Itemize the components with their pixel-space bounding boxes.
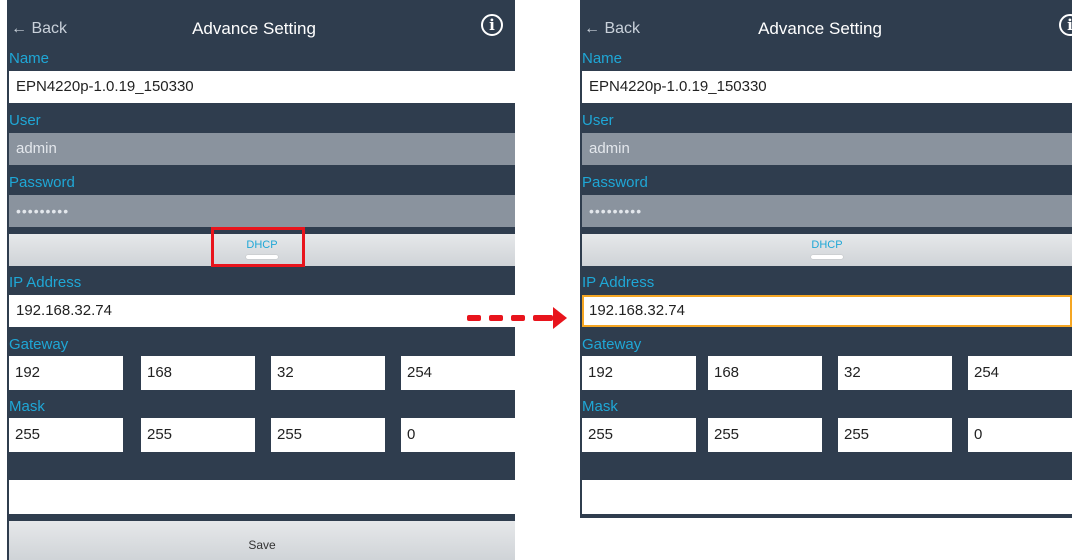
ip-address-label: IP Address [582, 274, 655, 291]
gateway-octet-4[interactable]: 254 [401, 356, 515, 390]
gateway-octet-1[interactable]: 192 [582, 356, 696, 390]
before-screen: ← Back Advance Setting i Name EPN4220p-1… [7, 0, 515, 560]
ip-address-label: IP Address [9, 274, 82, 291]
mask-label: Mask [9, 398, 45, 415]
user-label: User [582, 112, 614, 129]
password-label: Password [9, 174, 75, 191]
ip-address-field[interactable]: 192.168.32.74 [9, 295, 515, 327]
extra-field[interactable] [9, 480, 515, 514]
password-field: ••••••••• [9, 195, 515, 227]
gateway-octet-1[interactable]: 192 [9, 356, 123, 390]
user-field: admin [582, 133, 1072, 165]
header: ← Back Advance Setting i [580, 0, 1072, 60]
gateway-octet-3[interactable]: 32 [271, 356, 385, 390]
save-button[interactable]: Save [9, 521, 515, 560]
extra-field[interactable] [582, 480, 1072, 514]
page-title: Advance Setting [192, 19, 316, 38]
name-label: Name [9, 50, 50, 67]
gateway-octet-2[interactable]: 168 [708, 356, 822, 390]
name-field[interactable]: EPN4220p-1.0.19_150330 [582, 71, 1072, 103]
ip-address-field[interactable]: 192.168.32.74 [582, 295, 1072, 327]
dhcp-toggle-switch[interactable] [811, 255, 843, 259]
password-label: Password [582, 174, 648, 191]
mask-octet-2[interactable]: 255 [708, 418, 822, 452]
mask-label: Mask [582, 398, 618, 415]
dhcp-label: DHCP [811, 239, 843, 251]
name-field[interactable]: EPN4220p-1.0.19_150330 [9, 71, 515, 103]
mask-octet-1[interactable]: 255 [9, 418, 123, 452]
page-title: Advance Setting [758, 19, 882, 38]
user-field: admin [9, 133, 515, 165]
user-label: User [9, 112, 41, 129]
transition-arrow [467, 307, 567, 331]
info-icon[interactable]: i [481, 14, 503, 36]
gateway-label: Gateway [9, 336, 69, 353]
mask-octet-4[interactable]: 0 [401, 418, 515, 452]
gateway-octet-2[interactable]: 168 [141, 356, 255, 390]
gateway-octet-3[interactable]: 32 [838, 356, 952, 390]
mask-octet-4[interactable]: 0 [968, 418, 1072, 452]
mask-octet-3[interactable]: 255 [271, 418, 385, 452]
mask-octet-1[interactable]: 255 [582, 418, 696, 452]
password-field: ••••••••• [582, 195, 1072, 227]
header: ← Back Advance Setting i [7, 0, 515, 60]
gateway-label: Gateway [582, 336, 642, 353]
mask-octet-2[interactable]: 255 [141, 418, 255, 452]
dhcp-toggle-bar[interactable]: DHCP [582, 234, 1072, 266]
name-label: Name [582, 50, 623, 67]
gateway-octet-4[interactable]: 254 [968, 356, 1072, 390]
after-screen: ← Back Advance Setting i Name EPN4220p-1… [580, 0, 1072, 518]
mask-octet-3[interactable]: 255 [838, 418, 952, 452]
dhcp-highlight-box [211, 227, 305, 267]
